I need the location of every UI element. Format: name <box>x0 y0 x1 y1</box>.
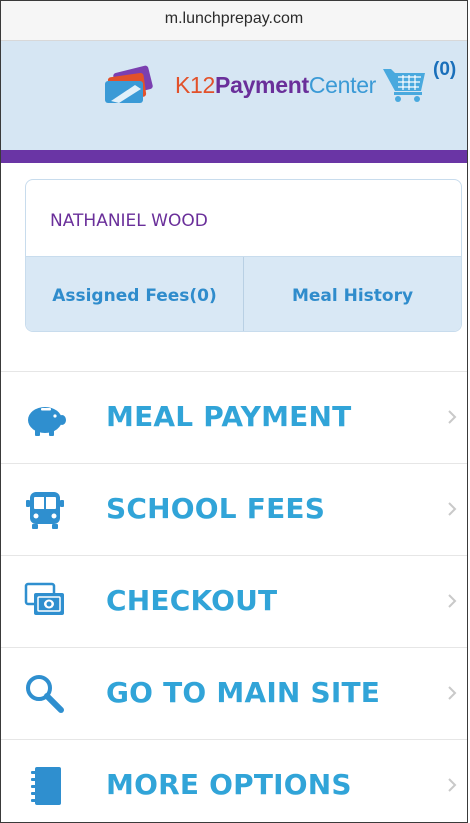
student-card: NATHANIEL WOOD Assigned Fees(0) Meal His… <box>25 179 462 332</box>
menu-label: SCHOOL FEES <box>106 492 326 525</box>
chevron-right-icon <box>448 502 457 516</box>
chevron-right-icon <box>448 410 457 424</box>
menu-item-go-to-main-site[interactable]: GO TO MAIN SITE <box>1 647 467 739</box>
credit-cards-logo-icon <box>105 65 153 103</box>
student-name: NATHANIEL WOOD <box>50 211 208 231</box>
browser-address-bar[interactable]: m.lunchprepay.com <box>1 1 467 41</box>
notebook-icon <box>31 767 61 805</box>
menu-item-school-fees[interactable]: SCHOOL FEES <box>1 463 467 555</box>
piggy-bank-icon <box>28 407 66 436</box>
menu-item-meal-payment[interactable]: MEAL PAYMENT <box>1 371 467 463</box>
chevron-right-icon <box>448 686 457 700</box>
menu-label: CHECKOUT <box>106 584 278 617</box>
meal-history-button[interactable]: Meal History <box>243 257 461 331</box>
menu-item-more-options[interactable]: MORE OPTIONS <box>1 739 467 822</box>
url-text: m.lunchprepay.com <box>164 10 304 27</box>
search-icon <box>26 675 64 713</box>
menu-label: MORE OPTIONS <box>106 768 352 801</box>
menu-label: GO TO MAIN SITE <box>106 676 381 709</box>
menu-item-checkout[interactable]: CHECKOUT <box>1 555 467 647</box>
cart-count-badge[interactable]: (0) <box>433 59 456 81</box>
student-links-bar: Assigned Fees(0) Meal History <box>26 256 461 331</box>
header-accent-bar <box>1 150 467 163</box>
logo-k12-text: K12 <box>175 71 216 98</box>
money-icon <box>24 582 64 615</box>
main-menu: MEAL PAYMENT SCHOOL FEES CHECKOUT GO TO … <box>1 371 467 822</box>
school-bus-icon <box>26 492 64 529</box>
phone-screen: m.lunchprepay.com K12PaymentCenter (0) N… <box>0 0 468 823</box>
logo-payment-text: Payment <box>215 71 309 98</box>
chevron-right-icon <box>448 778 457 792</box>
logo-center-text: Center <box>308 71 377 98</box>
k12-payment-center-logo[interactable]: K12PaymentCenter <box>101 65 376 105</box>
menu-label: MEAL PAYMENT <box>106 400 352 433</box>
assigned-fees-button[interactable]: Assigned Fees(0) <box>26 257 243 331</box>
chevron-right-icon <box>448 594 457 608</box>
logo-wordmark: K12PaymentCenter <box>175 72 376 99</box>
shopping-cart-icon[interactable] <box>381 63 427 103</box>
